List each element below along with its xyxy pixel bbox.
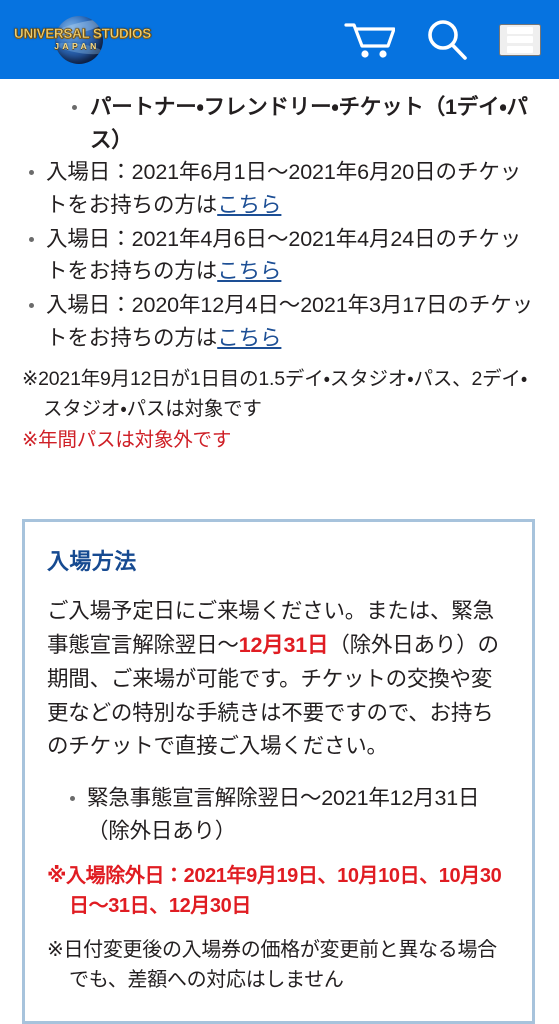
paragraph-highlight-date: 12月31日 [238,633,329,657]
excluded-dates-note: ※入場除外日：2021年9月19日、10月10日、10月30日〜31日、12月3… [47,865,502,918]
list-item-partner-ticket: パートナー・フレンドリー・チケット（1デイ・パス） [68,91,539,156]
cart-icon[interactable] [343,20,396,60]
list-item: 入場日：2020年12月4日〜2021年3月17日のチケットをお持ちの方はこちら [24,289,539,354]
list-item-text: 入場日：2020年12月4日〜2021年3月17日のチケットをお持ちの方は [46,293,534,350]
site-header: UNIVERSAL STUDIOS JAPAN [0,0,559,79]
menu-bar-middle [507,36,533,43]
nested-list-wrapper: パートナー・フレンドリー・チケット（1デイ・パス） [24,91,539,156]
header-actions [343,18,541,62]
kochira-link[interactable]: こちら [217,259,281,283]
kochira-link[interactable]: こちら [217,326,281,350]
kochira-link[interactable]: こちら [217,193,281,217]
price-difference-note: ※日付変更後の入場券の価格が変更前と異なる場合でも、差額への対応はしません [47,939,497,992]
list-item: 入場日：2021年6月1日〜2021年6月20日のチケットをお持ちの方はこちら [24,156,539,221]
list-item: 入場日：2021年4月6日〜2021年4月24日のチケットをお持ちの方はこちら [24,223,539,288]
logo-main-text: UNIVERSAL STUDIOS [14,25,152,41]
list-item-text: 入場日：2021年6月1日〜2021年6月20日のチケットをお持ちの方は [46,160,522,218]
logo-sub-text: JAPAN [54,40,100,51]
menu-bar-top [507,26,533,34]
entry-method-paragraph: ご入場予定日にご来場ください。または、緊急事態宣言解除翌日〜12月31日（除外日… [47,595,510,764]
entry-method-title: 入場方法 [47,549,137,575]
list-item: 緊急事態宣言解除翌日〜2021年12月31日（除外日あり） [65,782,510,847]
note-text-warning: ※年間パスは対象外です [22,428,232,451]
list-item-text: 入場日：2021年4月6日〜2021年4月24日のチケットをお持ちの方は [46,226,522,284]
search-icon[interactable] [425,18,469,62]
site-logo[interactable]: UNIVERSAL STUDIOS JAPAN [14,14,152,66]
ticket-list: パートナー・フレンドリー・チケット（1デイ・パス） 入場日：2021年6月1日〜… [0,79,559,354]
ticket-type-list: パートナー・フレンドリー・チケット（1デイ・パス） [24,91,539,156]
entry-period-list: 緊急事態宣言解除翌日〜2021年12月31日（除外日あり） [47,782,510,847]
logo-text: UNIVERSAL STUDIOS JAPAN [14,25,152,51]
menu-icon[interactable] [499,23,541,56]
menu-bar-bottom [507,45,533,53]
notes-section: ※2021年9月12日が1日目の1.5デイ・スタジオ・パス、2デイ・スタジオ・パ… [0,355,559,455]
entry-method-box: 入場方法 ご入場予定日にご来場ください。または、緊急事態宣言解除翌日〜12月31… [22,519,535,1024]
note-text: ※2021年9月12日が1日目の1.5デイ・スタジオ・パス、2デイ・スタジオ・パ… [22,368,528,420]
main-content: パートナー・フレンドリー・チケット（1デイ・パス） 入場日：2021年6月1日〜… [0,79,559,1024]
